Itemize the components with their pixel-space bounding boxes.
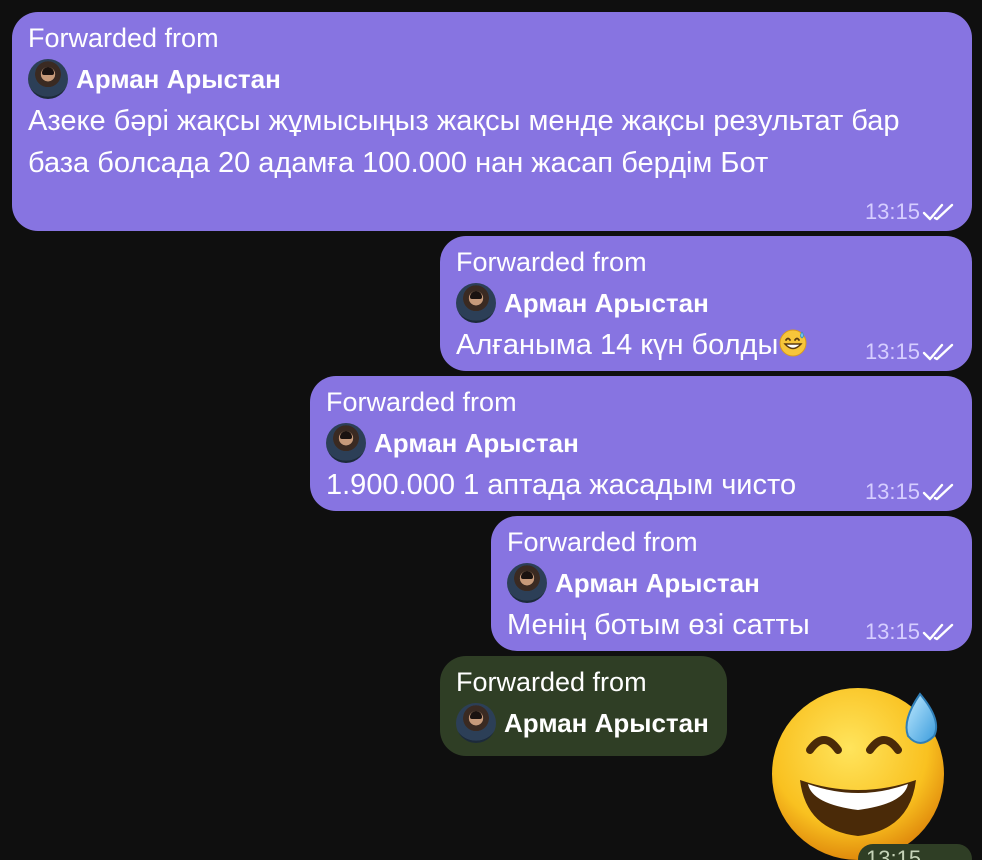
forwarded-sender[interactable]: Арман Арыстан [507,562,956,604]
avatar[interactable] [28,59,68,99]
message-meta: 13:15 [865,339,958,365]
chat-view: Forwarded from Арман Арыстан Азеке бәрі … [0,0,982,860]
message-text-content: Алғаныма 14 күн болды [456,329,779,361]
message-time: 13:15 [864,479,920,504]
forwarded-label: Forwarded from [456,247,647,277]
avatar[interactable] [326,423,366,463]
message-bubble[interactable]: Forwarded from Арман Арыстан Алғаныма 14… [440,236,972,371]
message-bubble[interactable]: Forwarded from Арман Арыстан Азеке бәрі … [12,12,972,231]
forwarded-label: Forwarded from [456,667,647,697]
double-check-icon [922,483,954,501]
forwarded-sender[interactable]: Арман Арыстан [456,702,711,744]
avatar[interactable] [456,703,496,743]
forwarded-label: Forwarded from [507,527,698,557]
forwarded-sender[interactable]: Арман Арыстан [28,58,956,100]
message-bubble[interactable]: Forwarded from Арман Арыстан 1.900.000 1… [310,376,972,511]
forwarded-label: Forwarded from [326,387,517,417]
avatar[interactable] [456,283,496,323]
sticker-meta: 13:15 [858,844,972,860]
forwarded-sender[interactable]: Арман Арыстан [326,422,956,464]
sender-name[interactable]: Арман Арыстан [504,708,709,739]
sender-name[interactable]: Арман Арыстан [555,568,760,599]
message-time: 13:15 [864,339,920,364]
message-meta: 13:15 [865,619,958,645]
message-time: 13:15 [864,199,920,224]
message-meta: 13:15 [865,479,958,505]
forwarded-sticker-header[interactable]: Forwarded from Арман Арыстан [440,656,727,756]
forwarded-sender[interactable]: Арман Арыстан [456,282,956,324]
message-meta: 13:15 [865,199,958,225]
sender-name[interactable]: Арман Арыстан [76,64,281,95]
forwarded-label: Forwarded from [28,23,219,53]
sender-name[interactable]: Арман Арыстан [374,428,579,459]
double-check-icon [922,203,954,221]
grinning-face-with-sweat-sticker-icon[interactable] [770,680,952,860]
message-text: Азеке бәрі жақсы жұмысыңыз жақсы менде ж… [28,105,900,179]
grinning-face-with-sweat-icon [779,329,807,357]
sender-name[interactable]: Арман Арыстан [504,288,709,319]
double-check-icon [922,623,954,641]
message-bubble[interactable]: Forwarded from Арман Арыстан Менің ботым… [491,516,972,651]
avatar[interactable] [507,563,547,603]
message-text: 1.900.000 1 аптада жасадым чисто [326,469,797,501]
message-time: 13:15 [864,619,920,644]
message-time: 13:15 [866,846,922,860]
double-check-icon [922,343,954,361]
